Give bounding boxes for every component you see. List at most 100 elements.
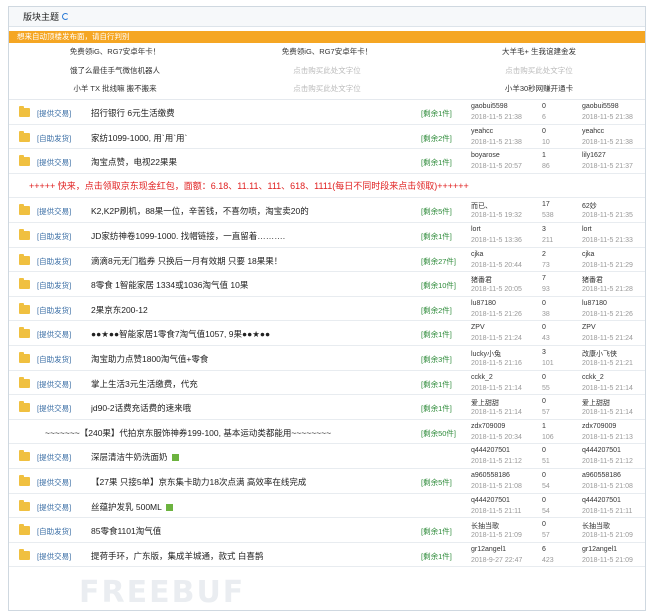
- thread-subject[interactable]: 淘宝点赞，电视22果果: [91, 156, 177, 168]
- thread-subject-text[interactable]: 招行银行 6元生活缴费: [91, 108, 175, 118]
- thread-subject[interactable]: 家纺1099-1000, 用`用`用`: [91, 132, 187, 144]
- thread-subject[interactable]: ~~~~~~~【240果】代拍京东服饰神券199-100, 基本运动类都能用~~…: [45, 427, 331, 439]
- thread-subject[interactable]: ●●★●●智能家居1零食7淘气值1057, 9果●●★●●: [91, 328, 270, 340]
- top-link[interactable]: 点击购买此处文字位: [221, 80, 433, 99]
- last-poster[interactable]: cjka: [582, 251, 594, 258]
- thread-subject-text[interactable]: 【27果 只接5单】京东集卡助力18次点满 高效率在线完成: [91, 477, 306, 487]
- author-name[interactable]: cckk_2: [471, 374, 493, 381]
- thread-subject-text[interactable]: ●●★●●智能家居1零食7淘气值1057, 9果●●★●●: [91, 329, 270, 339]
- thread-subject[interactable]: 丝蕴护发乳 500ML: [91, 501, 173, 513]
- author-name[interactable]: gr12angel1: [471, 546, 506, 553]
- author-name[interactable]: lucky小兔: [471, 349, 501, 359]
- top-link[interactable]: 点击购买此处文字位: [221, 62, 433, 81]
- author-name[interactable]: q444207501: [471, 497, 510, 504]
- promo-banner[interactable]: +++++ 快来，点击领取京东现金红包，面额：6.18、11.11、111、61…: [9, 174, 645, 199]
- last-poster[interactable]: 爱上甜甜: [582, 398, 610, 408]
- thread-category[interactable]: [提供交易]: [37, 502, 71, 513]
- thread-category[interactable]: [提供交易]: [37, 477, 71, 488]
- author-name[interactable]: 而已、: [471, 201, 492, 211]
- thread-subject-text[interactable]: 淘宝点赞，电视22果果: [91, 157, 177, 167]
- top-link[interactable]: 小羊30秒网赚开通卡: [433, 80, 645, 99]
- thread-subject-text[interactable]: 丝蕴护发乳 500ML: [91, 502, 162, 512]
- author-name[interactable]: lort: [471, 226, 481, 233]
- author-name[interactable]: q444207501: [471, 447, 510, 454]
- thread-subject-text[interactable]: 85零食1101淘气值: [91, 526, 161, 536]
- thread-subject-text[interactable]: jd90-2话费充话费的速来哦: [91, 403, 191, 413]
- last-poster[interactable]: yeahcc: [582, 128, 604, 135]
- last-poster[interactable]: q444207501: [582, 497, 621, 504]
- author-name[interactable]: 爱上甜甜: [471, 398, 499, 408]
- last-poster[interactable]: lu87180: [582, 300, 607, 307]
- thread-category[interactable]: [提供交易]: [37, 452, 71, 463]
- author-name[interactable]: yeahcc: [471, 128, 493, 135]
- thread-subject-text[interactable]: 2果京东200-12: [91, 305, 148, 315]
- last-poster[interactable]: 长抽当歌: [582, 521, 610, 531]
- last-poster[interactable]: 改康小飞侠: [582, 349, 617, 359]
- last-poster[interactable]: gr12angel1: [582, 546, 617, 553]
- last-poster[interactable]: q444207501: [582, 447, 621, 454]
- thread-category[interactable]: [提供交易]: [37, 108, 71, 119]
- author-name[interactable]: ZPV: [471, 324, 485, 331]
- author-name[interactable]: a960558186: [471, 472, 510, 479]
- thread-subject-text[interactable]: ~~~~~~~【240果】代拍京东服饰神券199-100, 基本运动类都能用~~…: [45, 428, 331, 438]
- last-poster[interactable]: lort: [582, 226, 592, 233]
- thread-subject[interactable]: 2果京东200-12: [91, 304, 148, 316]
- thread-subject-text[interactable]: 深层清洁牛奶洗面奶: [91, 452, 168, 462]
- top-link[interactable]: 免费领iG、RG7安卓年卡！: [221, 43, 433, 62]
- thread-subject[interactable]: 掌上生活3元生活缴费，代充: [91, 378, 198, 390]
- last-poster[interactable]: zdx709009: [582, 423, 616, 430]
- thread-subject-text[interactable]: JD家纺神卷1099-1000. 找帽链接，一直留着……….: [91, 231, 285, 241]
- author-name[interactable]: lu87180: [471, 300, 496, 307]
- thread-category[interactable]: [自助发货]: [37, 280, 71, 291]
- top-link[interactable]: 饿了么最佳手气微信机器人: [9, 62, 221, 81]
- author-name[interactable]: 长抽当歌: [471, 521, 499, 531]
- thread-category[interactable]: [自助发货]: [37, 231, 71, 242]
- thread-category[interactable]: [提供交易]: [37, 157, 71, 168]
- thread-subject[interactable]: 8零食 1智能家居 1334或1036淘气值 10果: [91, 279, 248, 291]
- thread-category[interactable]: [提供交易]: [37, 329, 71, 340]
- top-link[interactable]: 点击购买此处文字位: [433, 62, 645, 81]
- thread-subject[interactable]: 85零食1101淘气值: [91, 525, 161, 537]
- last-poster[interactable]: cckk_2: [582, 374, 604, 381]
- thread-subject-text[interactable]: 8零食 1智能家居 1334或1036淘气值 10果: [91, 280, 248, 290]
- thread-category[interactable]: [自助发货]: [37, 133, 71, 144]
- thread-subject-text[interactable]: 提荷手环，广东版，集成羊城通，款式 白喜鹊: [91, 551, 263, 561]
- last-poster[interactable]: 62妙: [582, 201, 597, 211]
- last-poster[interactable]: a960558186: [582, 472, 621, 479]
- refresh-icon[interactable]: [62, 13, 70, 20]
- author-name[interactable]: boyarose: [471, 152, 500, 159]
- thread-subject[interactable]: K2,K2P刷机，88果一位，辛苦钱，不喜勿喷，淘宝卖20的: [91, 205, 309, 217]
- thread-subject-text[interactable]: K2,K2P刷机，88果一位，辛苦钱，不喜勿喷，淘宝卖20的: [91, 206, 309, 216]
- thread-category[interactable]: [自助发货]: [37, 354, 71, 365]
- last-poster[interactable]: gaobui5598: [582, 103, 619, 110]
- top-link[interactable]: 小羊 TX 批线嘛 搬不搬来: [9, 80, 221, 99]
- thread-subject-text[interactable]: 家纺1099-1000, 用`用`用`: [91, 133, 187, 143]
- thread-subject[interactable]: 深层清洁牛奶洗面奶: [91, 451, 179, 463]
- thread-subject[interactable]: 滴滴8元无门槛券 只换后一月有效期 只要 18果果！: [91, 255, 282, 267]
- author-name[interactable]: gaobui5598: [471, 103, 508, 110]
- author-name[interactable]: 猪番君: [471, 275, 492, 285]
- thread-category[interactable]: [自助发货]: [37, 526, 71, 537]
- top-link[interactable]: 大羊毛+ 生我谊建金发: [433, 43, 645, 62]
- author-name[interactable]: cjka: [471, 251, 483, 258]
- thread-category[interactable]: [提供交易]: [37, 551, 71, 562]
- thread-subject-text[interactable]: 掌上生活3元生活缴费，代充: [91, 379, 198, 389]
- last-poster[interactable]: ZPV: [582, 324, 596, 331]
- thread-subject-text[interactable]: 滴滴8元无门槛券 只换后一月有效期 只要 18果果！: [91, 256, 282, 266]
- thread-subject[interactable]: 提荷手环，广东版，集成羊城通，款式 白喜鹊: [91, 550, 263, 562]
- thread-category[interactable]: [提供交易]: [37, 403, 71, 414]
- thread-category[interactable]: [自助发货]: [37, 256, 71, 267]
- thread-subject[interactable]: jd90-2话费充话费的速来哦: [91, 402, 191, 414]
- last-poster[interactable]: lily1627: [582, 152, 606, 159]
- thread-subject[interactable]: JD家纺神卷1099-1000. 找帽链接，一直留着……….: [91, 230, 285, 242]
- thread-subject[interactable]: 淘宝助力点赞1800淘气值+零食: [91, 353, 208, 365]
- thread-category[interactable]: [提供交易]: [37, 379, 71, 390]
- thread-category[interactable]: [自助发货]: [37, 305, 71, 316]
- thread-category[interactable]: [提供交易]: [37, 206, 71, 217]
- thread-subject[interactable]: 【27果 只接5单】京东集卡助力18次点满 高效率在线完成: [91, 476, 306, 488]
- thread-subject-text[interactable]: 淘宝助力点赞1800淘气值+零食: [91, 354, 208, 364]
- notice-bar[interactable]: 想来自动顶楼发布面，请自行判别: [9, 31, 645, 43]
- author-name[interactable]: zdx709009: [471, 423, 505, 430]
- last-poster[interactable]: 猪番君: [582, 275, 603, 285]
- thread-subject[interactable]: 招行银行 6元生活缴费: [91, 107, 175, 119]
